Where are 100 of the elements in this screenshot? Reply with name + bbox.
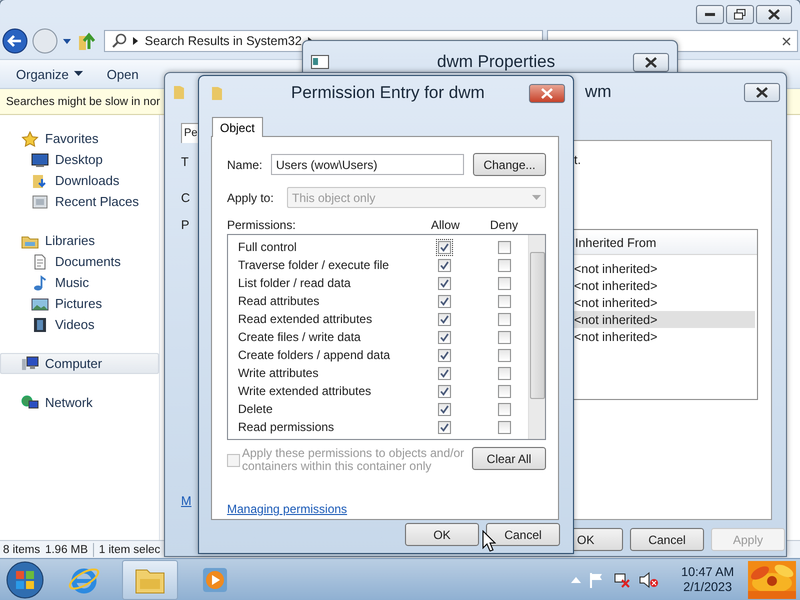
close-icon	[768, 9, 780, 20]
allow-checkbox[interactable]	[438, 348, 451, 362]
minimize-button[interactable]	[696, 5, 724, 24]
toolbar-button[interactable]: Open	[100, 64, 145, 84]
scrollbar[interactable]	[528, 235, 545, 439]
dialog-button[interactable]: Cancel	[630, 528, 704, 551]
deny-checkbox[interactable]	[498, 402, 511, 416]
permission-name: Create files / write data	[238, 330, 362, 344]
caret-icon[interactable]	[62, 37, 72, 45]
permission-name: Read attributes	[238, 294, 320, 308]
field-label: Apply to:	[227, 190, 275, 204]
help-link[interactable]: Managing permissions	[227, 502, 348, 516]
nav-item[interactable]: Music	[0, 272, 159, 293]
permission-name: Write attributes	[238, 366, 320, 380]
close-button[interactable]	[633, 52, 669, 72]
clock-time[interactable]: 10:47 AM	[681, 564, 734, 580]
deny-checkbox[interactable]	[498, 312, 511, 326]
computer-icon	[21, 356, 39, 372]
nav-item[interactable]: Recent Places	[0, 191, 159, 212]
cursor-icon	[482, 530, 496, 552]
nav-item[interactable]: Downloads	[0, 170, 159, 191]
network-icon[interactable]	[613, 572, 632, 588]
status-text: 8 items	[3, 544, 40, 556]
permission-name: List folder / read data	[238, 276, 352, 290]
clear-icon[interactable]	[782, 36, 791, 46]
nav-item[interactable]: Documents	[0, 251, 159, 272]
music-note-icon	[31, 274, 49, 290]
close-button[interactable]	[744, 82, 780, 102]
list-row[interactable]: <not inherited>	[574, 311, 755, 328]
close-icon	[645, 56, 657, 68]
close-icon	[541, 88, 553, 98]
column-header: Allow	[431, 218, 461, 232]
deny-checkbox[interactable]	[498, 420, 511, 434]
clock-date[interactable]: 2/1/2023	[683, 580, 732, 594]
field-label: Permissions:	[227, 218, 297, 232]
nav-item[interactable]: Favorites	[0, 128, 159, 149]
nav-item[interactable]: Desktop	[0, 149, 159, 170]
allow-checkbox[interactable]	[438, 258, 451, 272]
permission-name: Read permissions	[238, 420, 336, 434]
toolbar-button[interactable]: Organize	[10, 64, 89, 84]
column-header: Deny	[490, 218, 518, 232]
deny-checkbox[interactable]	[498, 384, 511, 398]
film-icon	[31, 316, 49, 332]
change-button[interactable]: Change...	[473, 153, 546, 176]
checkbox-label: Apply these permissions to objects and/or containers within this container only	[242, 447, 466, 473]
label-text: T	[181, 155, 190, 169]
restore-icon	[734, 9, 746, 20]
label-text: P	[181, 218, 190, 232]
status-text: 1 item selec	[98, 544, 160, 556]
status-text: 1.96 MB	[45, 544, 88, 556]
name-field[interactable]: Users (wow\Users)	[271, 154, 464, 175]
allow-checkbox[interactable]	[438, 294, 451, 308]
close-icon	[756, 86, 768, 98]
deny-checkbox[interactable]	[498, 276, 511, 290]
nav-item[interactable]: Computer	[0, 353, 159, 374]
window-icon	[311, 55, 329, 69]
caret-icon	[532, 195, 541, 200]
deny-checkbox[interactable]	[498, 330, 511, 344]
deny-checkbox[interactable]	[498, 240, 511, 254]
restore-button[interactable]	[726, 5, 754, 24]
dialog-button[interactable]: Cancel	[486, 523, 560, 546]
deny-checkbox[interactable]	[498, 294, 511, 308]
nav-item[interactable]: Libraries	[0, 230, 159, 251]
nav-item[interactable]: Videos	[0, 314, 159, 335]
dialog-button[interactable]: OK	[572, 528, 623, 551]
tab[interactable]: Object	[212, 117, 263, 137]
permission-name: Full control	[238, 240, 298, 254]
allow-checkbox[interactable]	[438, 402, 451, 416]
label-text: C	[181, 191, 192, 205]
close-button[interactable]	[529, 84, 565, 102]
permission-name: Delete	[238, 402, 274, 416]
allow-checkbox[interactable]	[438, 312, 451, 326]
start-button[interactable]	[4, 560, 46, 600]
close-button[interactable]	[756, 5, 792, 24]
deny-checkbox[interactable]	[498, 258, 511, 272]
permission-name: Create folders / append data	[238, 348, 392, 362]
clear-all-button[interactable]: Clear All	[472, 447, 546, 470]
allow-checkbox[interactable]	[438, 330, 451, 344]
volume-icon[interactable]	[639, 572, 660, 588]
window-title: dwm Properties	[437, 52, 556, 72]
description-text: t.	[574, 153, 582, 167]
allow-checkbox[interactable]	[438, 384, 451, 398]
link[interactable]: M	[181, 494, 199, 508]
allow-checkbox[interactable]	[438, 240, 451, 254]
allow-checkbox[interactable]	[438, 276, 451, 290]
back-button[interactable]	[2, 28, 28, 54]
network-icon	[21, 394, 39, 410]
nav-item[interactable]: Network	[0, 392, 159, 413]
nav-item[interactable]: Pictures	[0, 293, 159, 314]
deny-checkbox[interactable]	[498, 366, 511, 380]
tab[interactable]: Pe	[181, 123, 199, 143]
minimize-icon	[705, 12, 715, 16]
field-label: Name:	[227, 158, 264, 172]
allow-checkbox[interactable]	[438, 366, 451, 380]
permission-name: Write extended attributes	[238, 384, 372, 398]
dialog-button[interactable]: OK	[405, 523, 479, 546]
deny-checkbox[interactable]	[498, 348, 511, 362]
permission-name: Read extended attributes	[238, 312, 374, 326]
allow-checkbox[interactable]	[438, 420, 451, 434]
monitor-icon	[31, 152, 49, 168]
